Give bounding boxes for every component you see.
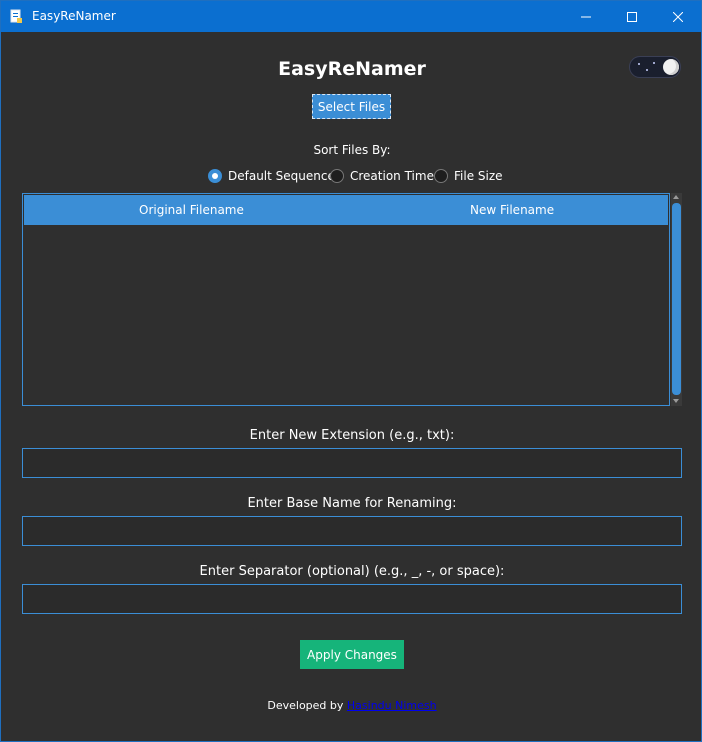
table-scrollbar[interactable] bbox=[671, 193, 682, 406]
radio-label: Default Sequence bbox=[228, 169, 335, 183]
star-decoration bbox=[653, 62, 655, 64]
scroll-up-icon[interactable] bbox=[673, 195, 679, 199]
column-header-original[interactable]: Original Filename bbox=[139, 203, 244, 217]
scroll-down-icon[interactable] bbox=[673, 399, 679, 403]
theme-toggle[interactable] bbox=[629, 56, 681, 78]
column-header-new[interactable]: New Filename bbox=[470, 203, 554, 217]
radio-default-sequence[interactable]: Default Sequence bbox=[208, 167, 335, 185]
star-decoration bbox=[646, 69, 648, 71]
select-files-button[interactable]: Select Files bbox=[312, 94, 391, 119]
minimize-icon bbox=[581, 16, 591, 17]
close-button[interactable] bbox=[655, 1, 701, 32]
extension-input[interactable] bbox=[22, 448, 682, 478]
footer-prefix: Developed by bbox=[267, 699, 344, 712]
radio-label: Creation Time bbox=[350, 169, 434, 183]
close-icon bbox=[673, 11, 683, 22]
file-table[interactable]: Original Filename New Filename bbox=[22, 193, 670, 406]
radio-button[interactable] bbox=[434, 169, 448, 183]
radio-label: File Size bbox=[454, 169, 503, 183]
radio-creation-time[interactable]: Creation Time bbox=[330, 167, 434, 185]
radio-file-size[interactable]: File Size bbox=[434, 167, 503, 185]
extension-label: Enter New Extension (e.g., txt): bbox=[249, 428, 455, 443]
base-name-input[interactable] bbox=[22, 516, 682, 546]
radio-button[interactable] bbox=[208, 169, 222, 183]
footer: Developed by Hasindu Nimesh bbox=[1, 699, 702, 712]
app-icon bbox=[10, 9, 22, 23]
separator-input[interactable] bbox=[22, 584, 682, 614]
title-bar[interactable]: EasyReNamer bbox=[1, 1, 701, 32]
maximize-icon bbox=[627, 11, 637, 22]
app-window: EasyReNamer EasyReNamer Select Files Sor… bbox=[0, 0, 702, 742]
star-decoration bbox=[638, 63, 640, 65]
moon-icon bbox=[663, 59, 679, 75]
sort-label: Sort Files By: bbox=[313, 143, 391, 157]
author-link[interactable]: Hasindu Nimesh bbox=[347, 699, 437, 712]
separator-label: Enter Separator (optional) (e.g., _, -, … bbox=[199, 564, 505, 579]
table-header: Original Filename New Filename bbox=[24, 195, 668, 225]
window-title: EasyReNamer bbox=[32, 9, 116, 23]
page-title: EasyReNamer bbox=[278, 58, 426, 80]
apply-changes-button[interactable]: Apply Changes bbox=[300, 640, 404, 669]
minimize-button[interactable] bbox=[563, 1, 609, 32]
maximize-button[interactable] bbox=[609, 1, 655, 32]
scroll-thumb[interactable] bbox=[672, 203, 681, 395]
radio-button[interactable] bbox=[330, 169, 344, 183]
base-name-label: Enter Base Name for Renaming: bbox=[247, 496, 457, 511]
